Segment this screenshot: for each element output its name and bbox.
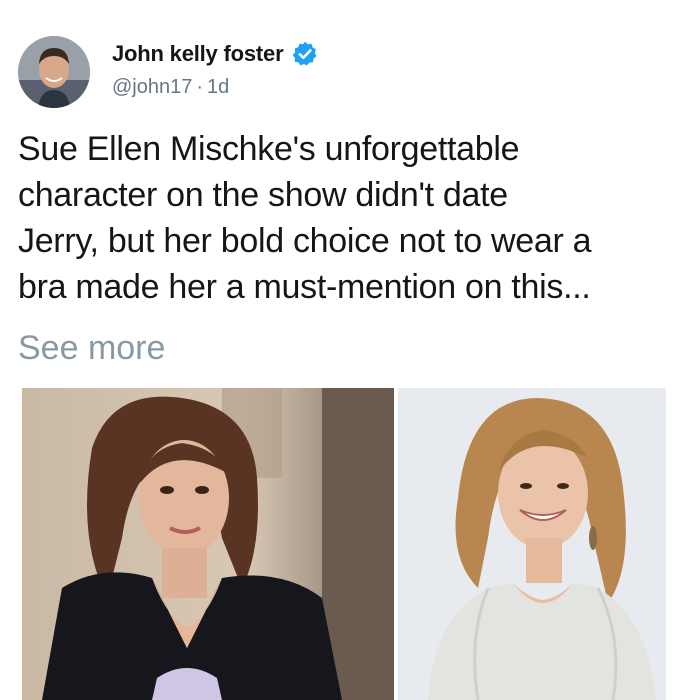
tweet-text-line: bra made her a must-mention on this... bbox=[18, 268, 591, 306]
author-name-row: John kelly foster bbox=[112, 40, 319, 68]
tweet-text-line: character on the show didn't date bbox=[18, 176, 508, 214]
verified-badge-icon bbox=[291, 40, 319, 68]
avatar-photo-icon bbox=[18, 36, 90, 108]
author-avatar[interactable] bbox=[18, 36, 90, 108]
tweet-card[interactable]: John kelly foster @john17 · 1d Sue Ellen M… bbox=[0, 0, 700, 700]
tv-still-photo-icon bbox=[22, 388, 394, 700]
see-more-link[interactable]: See more bbox=[18, 325, 165, 371]
tweet-text-line: Sue Ellen Mischke's unforgettable bbox=[18, 130, 520, 168]
tweet-timestamp[interactable]: 1d bbox=[207, 76, 229, 98]
media-photo-left[interactable] bbox=[22, 388, 394, 700]
media-photo-right[interactable] bbox=[398, 388, 666, 700]
tweet-text-line: Jerry, but her bold choice not to wear a bbox=[18, 222, 592, 260]
author-display-name[interactable]: John kelly foster bbox=[112, 41, 284, 67]
tweet-media[interactable] bbox=[22, 388, 666, 700]
tweet-text: Sue Ellen Mischke's unforgettable charac… bbox=[18, 126, 698, 310]
author-handle[interactable]: @john17 bbox=[112, 76, 192, 98]
portrait-photo-icon bbox=[398, 388, 666, 700]
separator-dot: · bbox=[196, 76, 204, 98]
author-handle-row: @john17 · 1d bbox=[112, 76, 229, 99]
